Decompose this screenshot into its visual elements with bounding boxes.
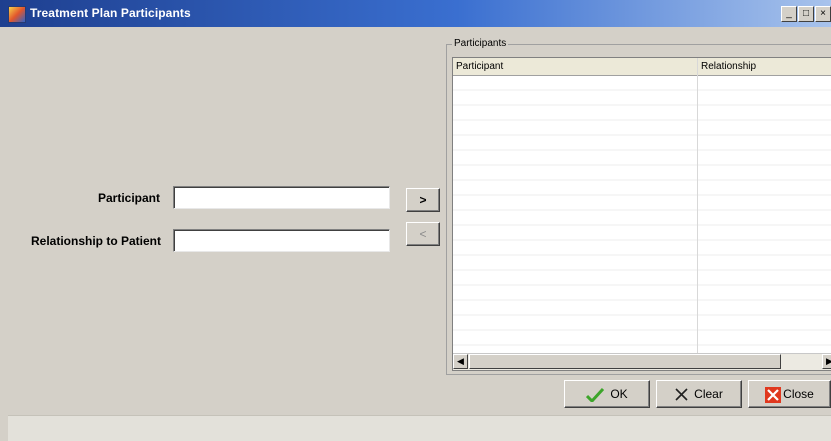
clear-button[interactable]: Clear (656, 380, 742, 408)
relationship-label: Relationship to Patient (30, 234, 161, 248)
check-icon (586, 387, 605, 402)
grid-row-lines (453, 89, 831, 346)
scroll-left-arrow[interactable]: ◀ (453, 354, 468, 369)
participant-label: Participant (97, 191, 160, 205)
relationship-input[interactable] (173, 229, 390, 252)
horizontal-scrollbar[interactable]: ◀ ▶ (453, 353, 831, 370)
app-icon (8, 6, 26, 23)
scroll-right-arrow[interactable]: ▶ (822, 354, 831, 369)
minimize-button[interactable]: _ (781, 6, 797, 22)
remove-participant-button[interactable]: < (406, 222, 440, 246)
column-header-participant[interactable]: Participant (453, 58, 697, 75)
participants-grid[interactable]: Participant Relationship ◀ ▶ (452, 57, 831, 371)
maximize-button[interactable]: □ (798, 6, 814, 22)
x-icon (675, 388, 688, 401)
status-bar (8, 415, 831, 441)
title-bar[interactable]: Treatment Plan Participants _ □ × (0, 0, 831, 27)
column-header-relationship[interactable]: Relationship (698, 58, 831, 75)
participants-group-title: Participants (452, 38, 509, 49)
participant-input[interactable] (173, 186, 390, 209)
close-button[interactable]: Close (748, 380, 831, 408)
ok-button[interactable]: OK (564, 380, 650, 408)
close-window-button[interactable]: × (815, 6, 831, 22)
close-label: Close (783, 387, 814, 401)
add-participant-button[interactable]: > (406, 188, 440, 212)
column-divider (697, 58, 698, 358)
clear-label: Clear (694, 387, 723, 401)
window-title: Treatment Plan Participants (30, 6, 191, 20)
close-icon (765, 386, 782, 403)
grid-header: Participant Relationship (453, 58, 831, 76)
scroll-thumb[interactable] (469, 354, 781, 369)
window-controls: _ □ × (780, 6, 831, 22)
ok-label: OK (610, 387, 628, 401)
